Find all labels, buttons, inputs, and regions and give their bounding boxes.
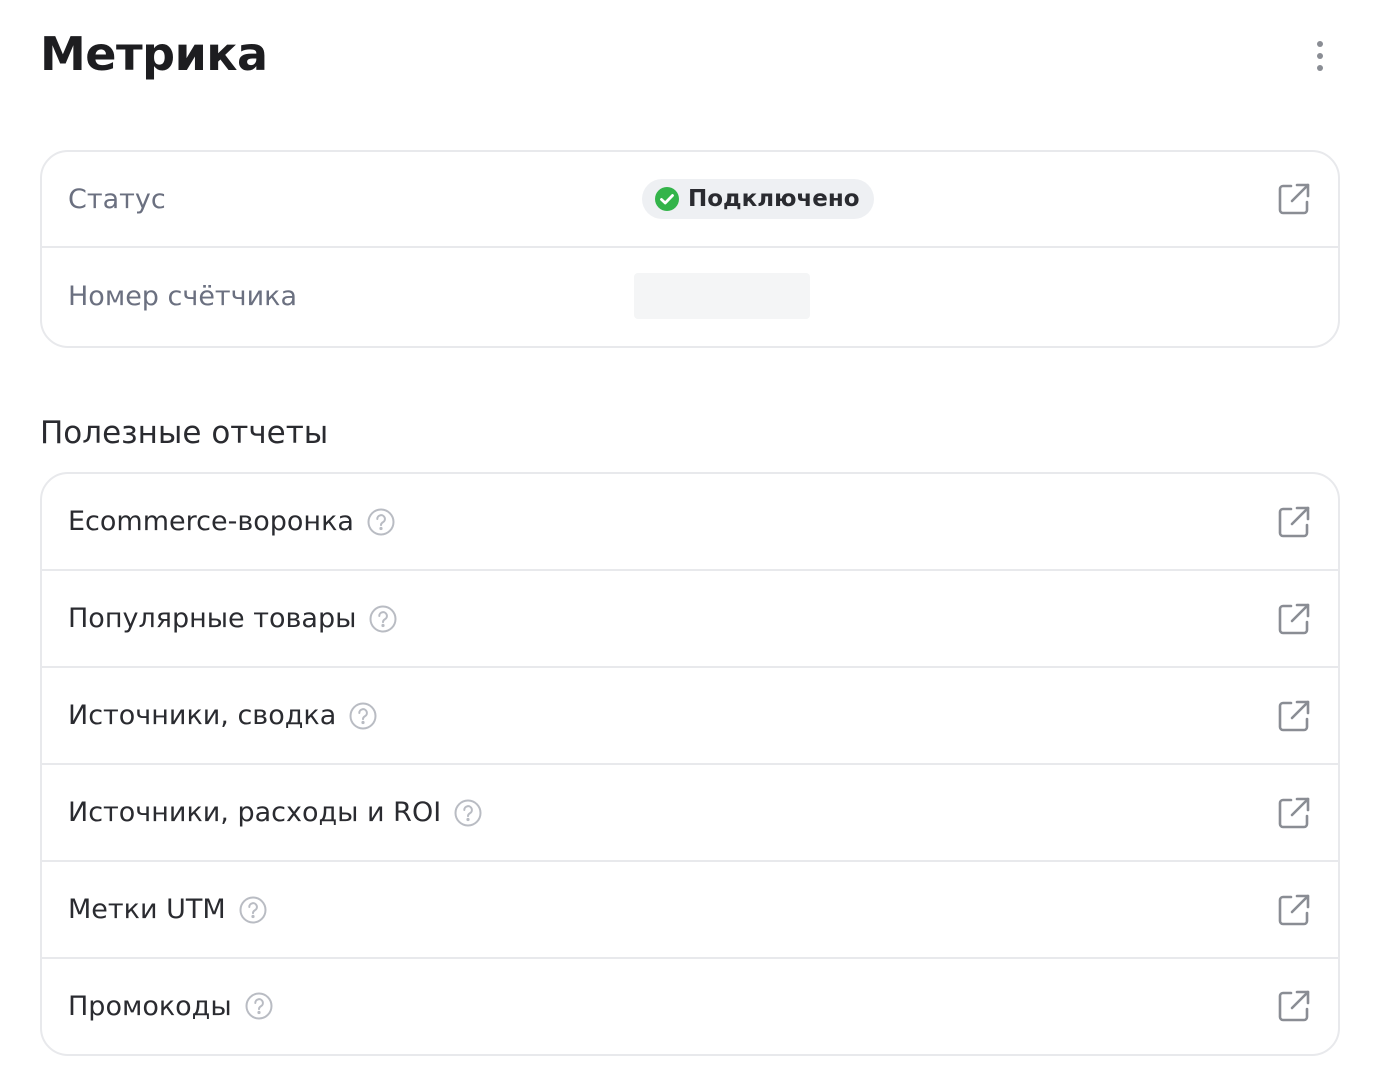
help-circle-icon[interactable]	[348, 701, 378, 731]
external-link-icon[interactable]	[1276, 698, 1312, 734]
report-label-text: Метки UTM	[68, 894, 226, 925]
help-circle-icon[interactable]	[366, 507, 396, 537]
counter-info-card: Статус Подключено Номер счётчика	[40, 150, 1340, 348]
report-label[interactable]: Ecommerce-воронка	[68, 506, 396, 537]
status-text: Подключено	[688, 186, 860, 212]
help-circle-icon[interactable]	[453, 798, 483, 828]
report-label-text: Источники, расходы и ROI	[68, 797, 442, 828]
status-badge: Подключено	[642, 179, 874, 219]
status-value-area: Подключено	[642, 179, 874, 219]
report-row-utm-tags[interactable]: Метки UTM	[42, 862, 1338, 959]
report-label[interactable]: Метки UTM	[68, 894, 268, 925]
counter-number-label: Номер счётчика	[68, 280, 298, 312]
help-circle-icon[interactable]	[368, 604, 398, 634]
status-row: Статус Подключено	[42, 152, 1338, 248]
help-circle-icon[interactable]	[244, 991, 274, 1021]
report-label[interactable]: Источники, сводка	[68, 700, 378, 731]
report-label-text: Ecommerce-воронка	[68, 506, 354, 537]
external-link-icon[interactable]	[1276, 601, 1312, 637]
counter-number-value	[634, 273, 810, 319]
report-row-promocodes[interactable]: Промокоды	[42, 959, 1338, 1053]
counter-number-row: Номер счётчика	[42, 248, 1338, 344]
external-link-icon[interactable]	[1276, 795, 1312, 831]
kebab-menu-icon[interactable]	[1300, 34, 1340, 78]
report-label-text: Источники, сводка	[68, 700, 337, 731]
report-row-sources-summary[interactable]: Источники, сводка	[42, 668, 1338, 765]
help-circle-icon[interactable]	[238, 895, 268, 925]
report-label-text: Популярные товары	[68, 603, 357, 634]
kebab-dot	[1317, 65, 1323, 71]
useful-reports-card: Ecommerce-воронка Популярные товары Исто…	[40, 472, 1340, 1056]
report-label[interactable]: Популярные товары	[68, 603, 398, 634]
report-label-text: Промокоды	[68, 990, 232, 1022]
report-row-popular-products[interactable]: Популярные товары	[42, 571, 1338, 668]
useful-reports-title: Полезные отчеты	[40, 415, 329, 451]
status-label: Статус	[68, 183, 166, 215]
external-link-icon[interactable]	[1276, 504, 1312, 540]
external-link-icon[interactable]	[1276, 181, 1312, 217]
page-title: Метрика	[40, 27, 268, 81]
report-label[interactable]: Промокоды	[68, 991, 274, 1022]
report-row-sources-roi[interactable]: Источники, расходы и ROI	[42, 765, 1338, 862]
check-circle-icon	[655, 187, 679, 211]
report-label[interactable]: Источники, расходы и ROI	[68, 797, 483, 828]
report-row-ecommerce[interactable]: Ecommerce-воронка	[42, 474, 1338, 571]
external-link-icon[interactable]	[1276, 892, 1312, 928]
kebab-dot	[1317, 41, 1323, 47]
metrika-page: Метрика Статус Подключено Номер счётчика…	[0, 0, 1383, 1080]
kebab-dot	[1317, 53, 1323, 59]
external-link-icon[interactable]	[1276, 988, 1312, 1024]
counter-number-value-area	[634, 273, 810, 319]
